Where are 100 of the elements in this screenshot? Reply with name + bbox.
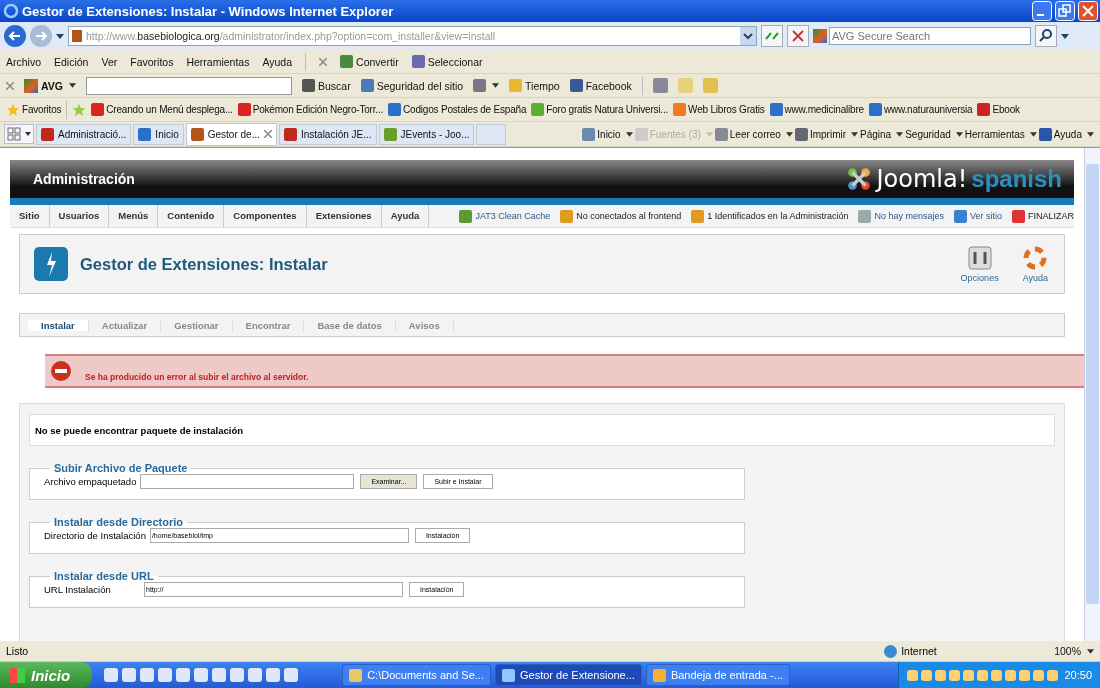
- dropdown-icon[interactable]: [740, 27, 756, 45]
- section-heading: Instalar desde Directorio: [53, 516, 184, 528]
- menu-item[interactable]: Ayuda: [381, 205, 430, 227]
- quick-tabs-button[interactable]: [4, 124, 34, 144]
- menu-item[interactable]: Favoritos: [130, 55, 174, 68]
- browser-tab[interactable]: Administració...: [36, 123, 132, 145]
- menu-item[interactable]: Menús: [109, 205, 159, 227]
- search-button[interactable]: [1035, 25, 1057, 47]
- menu-item[interactable]: Componentes: [224, 205, 307, 227]
- caret-icon: [785, 131, 793, 137]
- command-button[interactable]: Leer correo: [714, 127, 793, 141]
- notice-panel: No se puede encontrar paquete de instalación: [29, 414, 1055, 446]
- taskbar-button[interactable]: Bandeja de entrada -...: [645, 664, 790, 686]
- favorite-link[interactable]: www.medicinalibre: [769, 103, 864, 116]
- back-button[interactable]: [4, 25, 26, 47]
- field-label: Directorio de Instalación: [44, 530, 146, 541]
- command-button[interactable]: Imprimir: [794, 127, 859, 141]
- page-icon: [72, 30, 82, 42]
- favorite-link[interactable]: Creando un Menú desplega...: [91, 103, 233, 116]
- menu-item[interactable]: Herramientas: [186, 55, 250, 68]
- favorite-link[interactable]: Pokémon Edición Negro-Torr...: [237, 103, 384, 116]
- status-text: Listo: [6, 645, 29, 657]
- status-link[interactable]: No conectados al frontend: [560, 209, 682, 223]
- close-icon[interactable]: [6, 81, 14, 90]
- command-button[interactable]: Seguridad: [905, 128, 963, 140]
- tray-icons[interactable]: [907, 669, 1059, 681]
- dropdown-icon[interactable]: [56, 33, 64, 39]
- minimize-button[interactable]: [1032, 1, 1052, 21]
- toolbar-button[interactable]: Buscar: [302, 79, 351, 92]
- refresh-button[interactable]: [761, 25, 783, 47]
- command-button[interactable]: Página: [860, 128, 904, 140]
- zone-indicator: Internet: [884, 644, 1035, 658]
- toolbar-button[interactable]: Tiempo: [509, 79, 560, 92]
- toolbar-button[interactable]: Convertir: [340, 55, 399, 68]
- vertical-scrollbar[interactable]: [1084, 148, 1100, 641]
- address-field[interactable]: http://www.basebiologica.org/administrator/index.php?option=com_installer&view=install: [68, 26, 757, 46]
- close-icon[interactable]: [319, 57, 328, 66]
- menu-item[interactable]: Contenido: [158, 205, 225, 227]
- toolbar-button[interactable]: Ayuda: [1016, 245, 1054, 283]
- caret-icon: [1087, 648, 1094, 654]
- menu-item[interactable]: Edición: [54, 55, 89, 68]
- browser-icon: [3, 3, 19, 19]
- avg-icon: [813, 29, 827, 43]
- admin-header: Administración Joomla! spanish: [10, 160, 1074, 205]
- page-title: Gestor de Extensiones: Instalar: [80, 254, 328, 274]
- menu-item[interactable]: Archivo: [6, 55, 41, 68]
- taskbar-button[interactable]: C:\Documents and Se...: [342, 664, 491, 686]
- favorite-link[interactable]: www.naturauniversia: [869, 103, 973, 116]
- search-field[interactable]: AVG Secure Search: [829, 27, 1031, 45]
- caret-icon: [1029, 131, 1037, 137]
- error-message: Se ha producido un error al subir el archivo al servidor.: [45, 354, 1084, 388]
- status-link[interactable]: 1 Identificados en la Administración: [691, 209, 849, 223]
- status-link[interactable]: No hay mensajes: [858, 209, 944, 223]
- browser-tab[interactable]: Inicio: [133, 123, 184, 145]
- menu-item[interactable]: Ver: [101, 55, 118, 68]
- favorite-link[interactable]: Codigos Postales de España: [388, 103, 527, 116]
- restore-button[interactable]: [1055, 1, 1075, 21]
- command-button[interactable]: Herramientas: [964, 128, 1037, 140]
- close-button[interactable]: [1078, 1, 1098, 21]
- section-heading: Instalar desde URL: [53, 570, 155, 582]
- toolbar-button[interactable]: Seleccionar: [411, 55, 483, 68]
- menu-item[interactable]: Extensiones: [306, 205, 382, 227]
- caret-icon: [1087, 131, 1094, 137]
- menu-item[interactable]: Ayuda: [262, 55, 293, 68]
- close-icon[interactable]: [263, 130, 272, 138]
- avg-button[interactable]: AVG: [24, 78, 76, 93]
- caret-icon: [69, 83, 76, 88]
- logo-text: Joomla!: [876, 165, 968, 193]
- menu-item[interactable]: Usuarios: [49, 205, 110, 227]
- switch-icon: [967, 245, 992, 270]
- browser-tab[interactable]: Instalación JE...: [278, 123, 377, 145]
- toolbar-button[interactable]: [473, 79, 500, 92]
- status-link[interactable]: JAT3 Clean Cache: [459, 209, 551, 223]
- field-label: Archivo empaquetado: [44, 476, 137, 487]
- toolbar-button[interactable]: Opciones: [954, 245, 1005, 283]
- dropdown-icon[interactable]: [1061, 33, 1069, 39]
- favorites-button[interactable]: Favoritos: [6, 102, 62, 117]
- command-button[interactable]: Ayuda: [1038, 127, 1094, 141]
- file-field[interactable]: [140, 474, 355, 489]
- favorite-link[interactable]: Foro gratis Natura Universi...: [531, 103, 669, 116]
- caret-icon: [625, 131, 633, 137]
- status-link[interactable]: FINALIZAR: [1012, 209, 1074, 223]
- menu-item[interactable]: Sitio: [10, 205, 50, 227]
- favorite-link[interactable]: Ebook: [977, 103, 1020, 116]
- toolbar-button[interactable]: Facebook: [569, 79, 632, 92]
- command-button[interactable]: Inicio: [582, 127, 633, 141]
- error-icon: [51, 361, 71, 381]
- avg-search-field[interactable]: [86, 76, 292, 95]
- caret-icon: [492, 83, 500, 88]
- zoom-button[interactable]: 100%: [1054, 645, 1094, 657]
- clock: 20:50: [1064, 669, 1092, 681]
- stop-button[interactable]: [787, 25, 809, 47]
- browser-tab[interactable]: Gestor de...: [185, 122, 277, 146]
- taskbar-button[interactable]: Gestor de Extensione...: [494, 664, 642, 686]
- section-heading: Subir Archivo de Paquete: [53, 462, 189, 474]
- browser-tab[interactable]: JEvents - Joo...: [378, 123, 475, 145]
- status-link[interactable]: Ver sitio: [953, 209, 1002, 223]
- toolbar-button[interactable]: Seguridad del sitio: [360, 79, 464, 92]
- section-tab[interactable]: Instalar: [28, 319, 89, 331]
- favorite-link[interactable]: Web Libros Gratis: [673, 103, 765, 116]
